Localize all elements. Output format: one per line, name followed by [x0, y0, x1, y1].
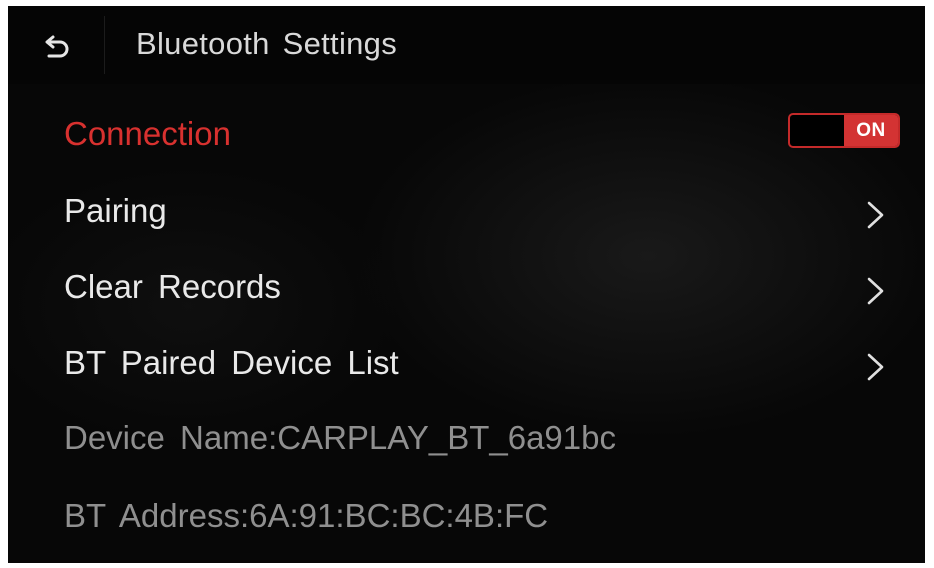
connection-toggle[interactable]: ON — [788, 113, 900, 148]
pairing-label: Pairing — [64, 192, 167, 229]
toggle-state-label: ON — [844, 115, 898, 146]
device-name-info: Device Name:CARPLAY_BT_6a91bc — [64, 419, 616, 456]
connection-label: Connection — [64, 115, 231, 152]
clear-records-label: Clear Records — [64, 268, 281, 305]
chevron-right-icon — [867, 201, 884, 229]
settings-screen: Bluetooth Settings Connection ON Pairing… — [8, 6, 925, 563]
page-title: Bluetooth Settings — [136, 26, 398, 61]
back-arrow-icon — [45, 35, 69, 58]
paired-device-list-label: BT Paired Device List — [64, 344, 399, 381]
chevron-right-icon — [867, 353, 884, 381]
chevron-right-icon — [867, 277, 884, 305]
paired-device-list-row[interactable]: BT Paired Device List — [8, 330, 925, 400]
header-divider — [104, 16, 105, 74]
pairing-row[interactable]: Pairing — [8, 178, 925, 248]
bt-address-info: BT Address:6A:91:BC:BC:4B:FC — [64, 497, 549, 534]
clear-records-row[interactable]: Clear Records — [8, 254, 925, 324]
connection-row[interactable]: Connection ON — [8, 101, 925, 171]
header-bar: Bluetooth Settings — [8, 6, 925, 84]
back-button[interactable] — [34, 28, 78, 68]
